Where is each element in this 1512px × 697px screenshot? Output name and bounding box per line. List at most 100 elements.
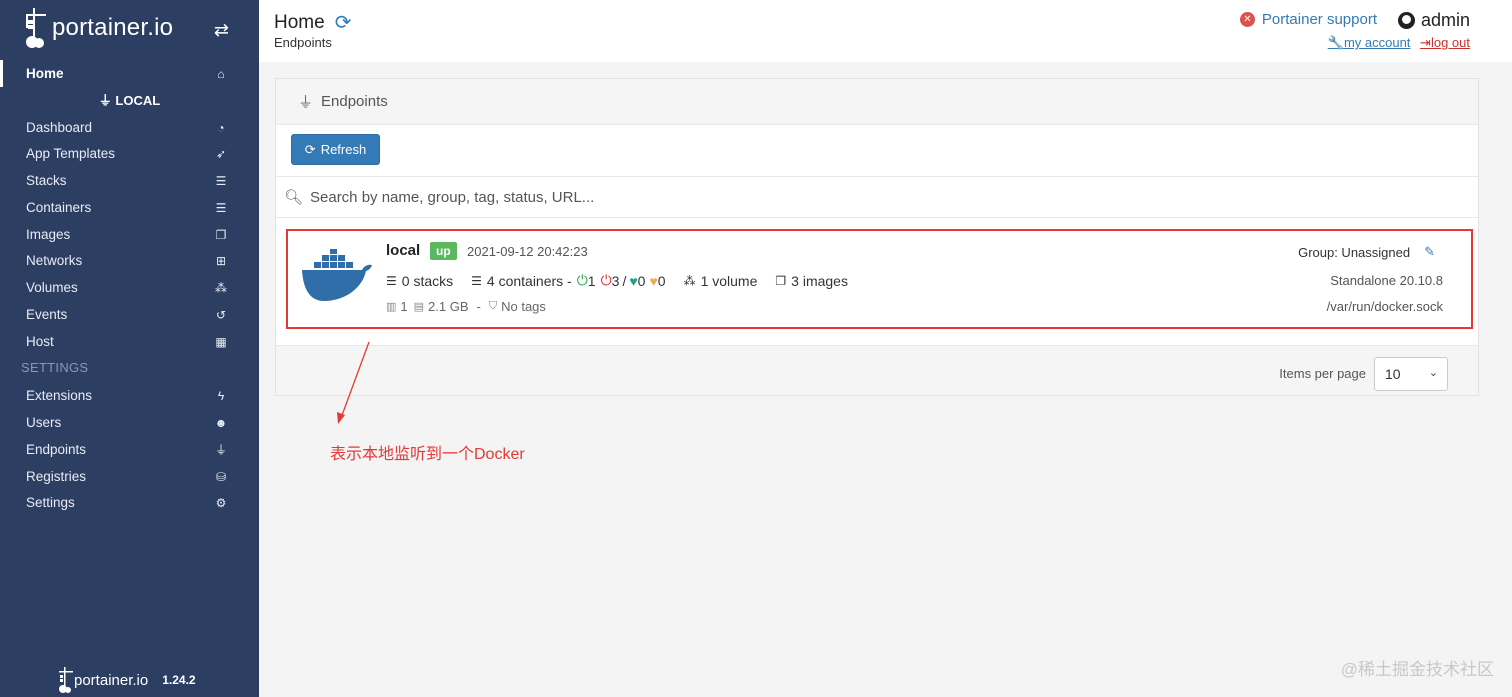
plug-icon: ⏚	[214, 443, 227, 457]
sidebar-item-home[interactable]: Home ⌂	[0, 60, 259, 87]
sidebar-item-endpoints[interactable]: Endpoints ⏚	[0, 436, 259, 463]
user-icon	[1397, 12, 1415, 29]
sidebar-item-label: Users	[26, 415, 62, 430]
sidebar: portainer.io ⇄ Home ⌂ ⏚ LOCAL Dashboard …	[0, 0, 259, 697]
edit-icon[interactable]: ✎	[1424, 244, 1435, 260]
sidebar-item-label: Extensions	[26, 388, 93, 403]
sidebar-item-label: Events	[26, 307, 68, 322]
sidebar-item-registries[interactable]: Registries ⛁	[0, 463, 259, 490]
memory-icon: ▤	[413, 301, 425, 313]
sidebar-item-label: App Templates	[26, 146, 116, 161]
cubes-icon: ⁂	[215, 280, 227, 295]
clone-icon: ❐	[775, 273, 787, 288]
sidebar-item-label: Home	[26, 66, 64, 81]
plug-icon: ⏚	[298, 94, 314, 111]
clone-icon: ❐	[215, 227, 227, 242]
containers-stat: ☰ 4 containers - ⏻ 1 ⏻ 3 / ♥ 0 ♥ 0	[471, 272, 666, 289]
endpoints-panel: ⏚ Endpoints ⟳ Refresh 🔍︎ local up 2021-0…	[275, 78, 1479, 396]
sidebar-item-dashboard[interactable]: Dashboard ◔	[0, 114, 259, 141]
sidebar-item-extensions[interactable]: Extensions ϟ	[0, 382, 259, 409]
endpoint-item[interactable]: local up 2021-09-12 20:42:23 ☰ 0 stacks ☰…	[286, 229, 1473, 329]
footer-brand-name: portainer.io	[74, 671, 149, 689]
sidebar-item-settings[interactable]: Settings ⚙	[0, 489, 259, 516]
tags-label: No tags	[501, 299, 546, 314]
rocket-icon: ➶	[215, 146, 227, 161]
cogs-icon: ⚙	[215, 495, 227, 510]
items-per-page-select[interactable]: 10 ⌄	[1374, 357, 1448, 391]
sidebar-item-label: Containers	[26, 200, 92, 215]
history-icon: ↺	[215, 307, 227, 322]
sidebar-item-label: Settings	[26, 495, 75, 510]
log-out-link[interactable]: ⇥log out	[1420, 35, 1470, 50]
users-icon: ☻	[214, 415, 228, 430]
search-bar: 🔍︎	[276, 176, 1478, 218]
stacks-stat: ☰ 0 stacks	[386, 272, 454, 289]
user-links: 🔧my account ⇥log out	[1328, 35, 1470, 51]
running-count: 1	[587, 272, 596, 289]
refresh-icon[interactable]: ⟳	[335, 10, 352, 35]
cpu-count: 1	[400, 299, 408, 314]
cpu-icon: ▥	[386, 301, 397, 313]
volumes-stat: ⁂ 1 volume	[683, 272, 758, 289]
stopped-count: 3	[611, 272, 620, 289]
portainer-crane-icon	[59, 667, 73, 693]
sidebar-item-users[interactable]: Users ☻	[0, 409, 259, 436]
support-link[interactable]: ✕ Portainer support	[1239, 11, 1377, 28]
wrench-icon: 🔧	[1327, 35, 1344, 50]
endpoint-stats: ☰ 0 stacks ☰ 4 containers - ⏻ 1 ⏻ 3 / ♥ 0…	[386, 272, 866, 289]
server-icon: ☰	[215, 200, 227, 215]
sidebar-item-label: Volumes	[26, 280, 78, 295]
sidebar-item-label: Registries	[26, 469, 87, 484]
endpoint-meta: ▥ 1 ▤ 2.1 GB - ⛉ No tags	[386, 299, 546, 314]
watermark: @稀土掘金技术社区	[1340, 660, 1494, 679]
my-account-link[interactable]: 🔧my account	[1328, 35, 1411, 50]
settings-section-title: SETTINGS	[21, 360, 89, 375]
sidebar-item-app-templates[interactable]: App Templates ➶	[0, 140, 259, 167]
home-icon: ⌂	[217, 66, 225, 81]
server-icon: ☰	[471, 273, 482, 288]
sidebar-item-label: Images	[26, 227, 71, 242]
panel-heading: ⏚ Endpoints	[276, 79, 1478, 125]
unhealthy-count: 0	[657, 272, 666, 289]
version-label: 1.24.2	[162, 673, 196, 687]
portainer-logo[interactable]: portainer.io	[24, 6, 173, 50]
pagination-footer: Items per page 10 ⌄	[276, 345, 1478, 395]
sidebar-item-label: Dashboard	[26, 120, 93, 135]
healthy-count: 0	[637, 272, 646, 289]
endpoint-group: Group: Unassigned ✎	[1298, 244, 1435, 260]
sidebar-item-containers[interactable]: Containers ☰	[0, 194, 259, 221]
sidebar-toggle-icon[interactable]: ⇄	[214, 20, 229, 41]
support-icon: ✕	[1239, 12, 1255, 27]
page-header: Home ⟳ Endpoints ✕ Portainer support adm…	[259, 0, 1512, 62]
endpoint-timestamp: 2021-09-12 20:42:23	[467, 244, 588, 259]
th-icon: ▦	[215, 334, 227, 349]
sidebar-item-networks[interactable]: Networks ⊞	[0, 247, 259, 274]
sign-out-icon: ⇥	[1420, 35, 1431, 50]
th-list-icon: ☰	[215, 173, 227, 188]
footer-brand: portainer.io 1.24.2	[58, 666, 196, 694]
sidebar-item-events[interactable]: Events ↺	[0, 301, 259, 328]
sitemap-icon: ⊞	[215, 253, 227, 268]
endpoint-name-label: ⏚ LOCAL	[98, 93, 161, 108]
endpoint-name: local	[386, 242, 421, 259]
status-badge: up	[430, 242, 457, 260]
docker-whale-icon	[302, 249, 372, 301]
heartbeat-warning-icon: ♥	[649, 272, 658, 289]
images-stat: ❐ 3 images	[775, 272, 848, 289]
memory-size: 2.1 GB	[428, 299, 469, 314]
sidebar-item-label: Networks	[26, 253, 83, 268]
sidebar-item-host[interactable]: Host ▦	[0, 328, 259, 355]
portainer-crane-icon	[26, 8, 46, 48]
brand-name: portainer.io	[52, 14, 174, 41]
sidebar-item-images[interactable]: Images ❐	[0, 221, 259, 248]
search-icon: 🔍︎	[284, 189, 304, 206]
th-list-icon: ☰	[386, 273, 397, 288]
tags-icon: ⛉	[488, 300, 498, 312]
power-off-icon: ⏻	[600, 272, 612, 288]
database-icon: ⛁	[215, 469, 227, 484]
sidebar-item-volumes[interactable]: Volumes ⁂	[0, 274, 259, 301]
refresh-icon: ⟳	[304, 141, 316, 157]
sidebar-item-stacks[interactable]: Stacks ☰	[0, 167, 259, 194]
search-input[interactable]	[310, 188, 1210, 206]
refresh-button[interactable]: ⟳ Refresh	[291, 134, 380, 165]
